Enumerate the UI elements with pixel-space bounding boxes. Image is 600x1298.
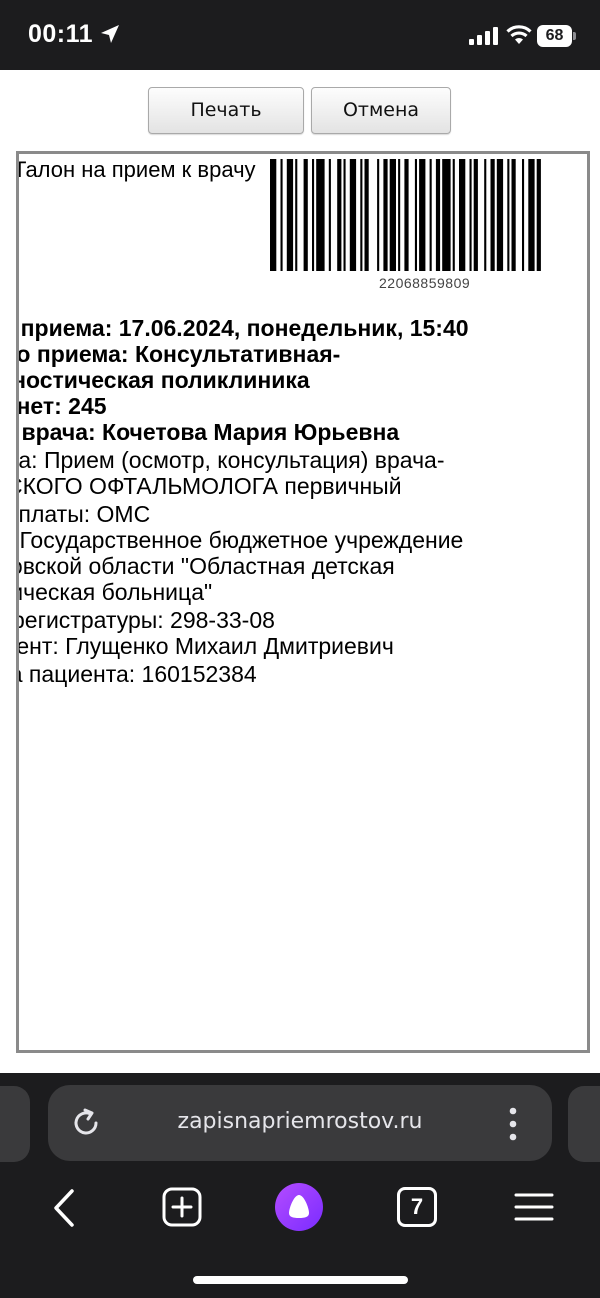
cancel-button[interactable]: Отмена (311, 87, 451, 134)
home-indicator[interactable] (193, 1276, 408, 1284)
status-time: 00:11 (28, 20, 94, 48)
ticket-detail-line: Кабинет: 245 (16, 393, 107, 419)
barcode-bar (316, 159, 325, 271)
barcode-bar (484, 159, 487, 271)
wifi-icon (506, 25, 532, 44)
ticket-detail-line: Место приема: Консультативная- (16, 341, 341, 367)
barcode-bar (337, 159, 342, 271)
barcode-bar (459, 159, 466, 271)
barcode-bar (452, 159, 455, 271)
barcode-bar (343, 159, 346, 271)
barcode-bar (383, 159, 388, 271)
barcode-bar (295, 159, 298, 271)
ticket-detail-line: Дата приема: 17.06.2024, понедельник, 15… (19, 315, 469, 341)
barcode (270, 159, 541, 271)
ticket-detail-line: Услуга: Прием (осмотр, консультация) вра… (18, 447, 445, 473)
barcode-bar (349, 159, 357, 271)
barcode-bar (377, 159, 380, 271)
barcode-bar (507, 159, 510, 271)
ticket-detail-line: ДЕТСКОГО ОФТАЛЬМОЛОГА первичный (19, 473, 402, 499)
barcode-bar (536, 159, 541, 271)
browser-toolbar: zapisnapriemrostov.ru 7 (0, 1073, 600, 1298)
battery-cap (573, 32, 576, 40)
ticket-detail-line: Тип оплаты: ОМС (18, 501, 151, 527)
ticket-detail-line: Карта пациента: 160152384 (19, 661, 257, 687)
barcode-bar (328, 159, 331, 271)
url-text[interactable]: zapisnapriemrostov.ru (48, 1109, 552, 1134)
barcode-bar (511, 159, 516, 271)
appointment-ticket: Талон на прием к врачу 22068859809 Дата … (16, 151, 590, 1053)
location-arrow-icon (101, 25, 119, 43)
web-page: Печать Отмена Талон на прием к врачу 220… (0, 70, 600, 1073)
barcode-bar (360, 159, 363, 271)
barcode-bar (414, 159, 417, 271)
ticket-detail-line: клиническая больница" (19, 579, 213, 605)
barcode-bar (473, 159, 478, 271)
barcode-bar (429, 159, 432, 271)
barcode-bar (435, 159, 441, 271)
next-tab-preview[interactable] (568, 1086, 600, 1162)
ticket-detail-line: Тел. регистратуры: 298-33-08 (16, 607, 275, 633)
barcode-bar (398, 159, 401, 271)
hamburger-menu-icon[interactable] (514, 1191, 554, 1223)
battery-indicator: 68 (537, 25, 577, 47)
barcode-bar (522, 159, 525, 271)
barcode-bar (364, 159, 369, 271)
battery-level: 68 (537, 25, 572, 47)
barcode-bar (490, 159, 495, 271)
barcode-bar (419, 159, 426, 271)
alice-assistant-icon[interactable] (274, 1182, 324, 1232)
barcode-bar (280, 159, 283, 271)
previous-tab-preview[interactable] (0, 1086, 30, 1162)
barcode-bar (469, 159, 472, 271)
barcode-number: 22068859809 (379, 275, 471, 291)
barcode-bar (312, 159, 315, 271)
barcode-bar (270, 159, 277, 271)
address-bar[interactable]: zapisnapriemrostov.ru (48, 1085, 552, 1161)
barcode-bar (389, 159, 396, 271)
ticket-detail-line: Ростовской области "Областная детская (19, 553, 395, 579)
barcode-bar (496, 159, 504, 271)
print-button[interactable]: Печать (148, 87, 304, 134)
ticket-detail-line: Пациент: Глущенко Михаил Дмитриевич (16, 633, 394, 659)
ticket-detail-line: диагностическая поликлиника (19, 367, 310, 393)
barcode-bar (442, 159, 451, 271)
tabs-counter-icon[interactable]: 7 (397, 1187, 437, 1227)
back-chevron-icon[interactable] (48, 1187, 80, 1229)
browser-nav-row: 7 (0, 1173, 600, 1243)
new-tab-plus-icon[interactable] (162, 1187, 202, 1227)
ticket-detail-line: ЛПУ: Государственное бюджетное учреждени… (19, 527, 464, 553)
barcode-bar (528, 159, 535, 271)
barcode-bar (286, 159, 294, 271)
ticket-title: Талон на прием к врачу (16, 157, 256, 182)
more-vertical-icon[interactable] (508, 1107, 518, 1141)
barcode-bar (404, 159, 409, 271)
cellular-signal-icon (469, 27, 498, 45)
ticket-detail-line: ФИО врача: Кочетова Мария Юрьевна (19, 419, 400, 445)
barcode-bar (303, 159, 308, 271)
status-bar: 00:11 68 (0, 0, 600, 70)
